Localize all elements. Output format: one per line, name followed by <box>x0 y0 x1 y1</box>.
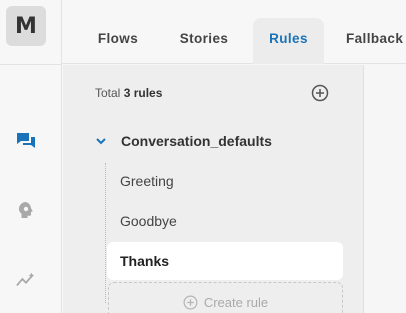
tab-stories[interactable]: Stories <box>166 18 242 64</box>
tab-bar: Flows Stories Rules Fallback <box>62 0 406 64</box>
rule-item-thanks[interactable]: Thanks <box>107 242 343 280</box>
tab-flows[interactable]: Flows <box>82 18 154 64</box>
analytics-icon[interactable] <box>16 270 36 290</box>
left-rail: M <box>0 0 62 313</box>
group-label: Conversation_defaults <box>121 133 272 149</box>
add-circle-icon <box>183 295 198 309</box>
rule-group-conversation-defaults[interactable]: Conversation_defaults <box>95 131 272 151</box>
rail-divider <box>0 64 62 65</box>
bot-settings-icon[interactable] <box>16 200 36 220</box>
tab-rules[interactable]: Rules <box>253 18 324 64</box>
content-area <box>363 65 406 313</box>
total-prefix: Total <box>95 86 121 100</box>
rule-item-goodbye[interactable]: Goodbye <box>107 202 343 240</box>
rules-panel: Total 3 rules Conversation_defaults Gree… <box>63 65 363 313</box>
rule-label: Thanks <box>120 253 170 269</box>
chevron-down-icon[interactable] <box>95 135 107 147</box>
chat-icon[interactable] <box>16 131 36 151</box>
rule-item-greeting[interactable]: Greeting <box>107 162 343 200</box>
total-count: 3 rules <box>123 86 163 100</box>
add-rule-icon[interactable] <box>311 84 329 102</box>
app-logo[interactable]: M <box>6 6 46 46</box>
tree-connector <box>105 163 106 303</box>
rule-label: Greeting <box>120 173 174 189</box>
tab-fallback[interactable]: Fallback <box>338 18 406 64</box>
create-rule-button[interactable]: Create rule <box>108 282 343 313</box>
rule-label: Goodbye <box>120 213 177 229</box>
create-rule-label: Create rule <box>203 294 269 310</box>
rules-total: Total 3 rules <box>95 86 162 100</box>
